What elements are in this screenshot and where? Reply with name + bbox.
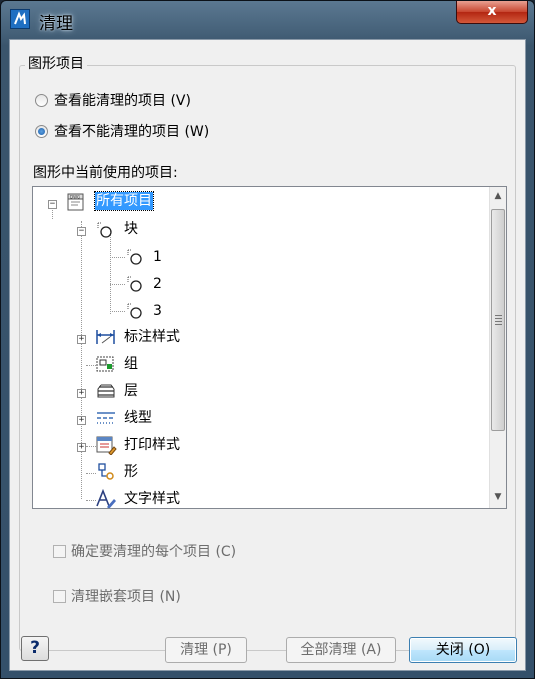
tree-item-block-3[interactable]: 3 [153, 302, 162, 320]
tree-item-linetype[interactable]: 线型 [124, 409, 152, 427]
expand-toggle[interactable]: + [77, 335, 86, 344]
block-icon [125, 247, 145, 267]
close-window-button[interactable]: x [456, 1, 528, 24]
grip-icon [495, 315, 502, 327]
tree-line [110, 257, 125, 258]
block-icon [125, 274, 145, 294]
close-button[interactable]: 关闭 (O) [409, 637, 517, 663]
tree-item-group[interactable]: 组 [124, 355, 138, 373]
tree-root-all-items[interactable]: 所有项目 [94, 191, 154, 211]
shape-icon [95, 462, 115, 482]
scrollbar-thumb[interactable] [491, 209, 505, 431]
tree-line [110, 311, 125, 312]
checkbox-label: 确定要清理的每个项目 (C) [71, 544, 237, 560]
drawing-file-icon: DWG [65, 192, 85, 212]
items-tree-view[interactable]: − DWG 所有项目 − 块 1 2 3 + 标注样式 组 + 层 + 线型 +… [32, 186, 507, 509]
expand-toggle[interactable]: + [77, 416, 86, 425]
block-icon [125, 301, 145, 321]
radio-button[interactable] [35, 93, 48, 107]
tree-line [110, 230, 111, 314]
linetype-icon [95, 408, 115, 428]
title-bar[interactable]: 清理 x [1, 1, 534, 39]
purge-dialog-window: 清理 x 图形项目 查看能清理的项目 (V) 查看不能清理的项目 (W) 图形中… [0, 0, 535, 679]
svg-text:DWG: DWG [70, 195, 80, 200]
dialog-client-area: 图形项目 查看能清理的项目 (V) 查看不能清理的项目 (W) 图形中当前使用的… [9, 39, 526, 671]
app-icon [10, 9, 30, 29]
expand-toggle[interactable]: + [77, 443, 86, 452]
collapse-toggle[interactable]: − [77, 227, 86, 236]
radio-label: 查看能清理的项目 (V) [54, 93, 191, 109]
checkbox-label: 清理嵌套项目 (N) [71, 589, 181, 605]
purge-all-button[interactable]: 全部清理 (A) [286, 637, 396, 663]
checkbox-purge-nested-items[interactable]: 清理嵌套项目 (N) [53, 586, 181, 606]
tree-item-text-style[interactable]: 文字样式 [124, 490, 180, 508]
tree-item-plot-style[interactable]: 打印样式 [124, 436, 180, 454]
group-icon [95, 354, 115, 374]
tree-item-layer[interactable]: 层 [124, 382, 138, 400]
radio-label: 查看不能清理的项目 (W) [54, 124, 210, 140]
window-title: 清理 [39, 14, 73, 34]
group-label: 图形项目 [25, 53, 87, 73]
dimension-style-icon [95, 327, 115, 347]
help-button[interactable]: ? [21, 636, 49, 661]
checkbox-confirm-each-item[interactable]: 确定要清理的每个项目 (C) [53, 541, 236, 561]
collapse-toggle[interactable]: − [48, 200, 57, 209]
radio-button-checked[interactable] [35, 124, 48, 138]
layer-icon [95, 381, 115, 401]
radio-view-nonpurgeable[interactable]: 查看不能清理的项目 (W) [35, 121, 209, 141]
checkbox[interactable] [53, 589, 66, 603]
tree-item-block[interactable]: 块 [124, 220, 138, 238]
radio-view-purgeable[interactable]: 查看能清理的项目 (V) [35, 90, 191, 110]
plot-style-icon [95, 435, 117, 456]
purge-button[interactable]: 清理 (P) [165, 637, 247, 663]
text-style-icon [95, 488, 116, 508]
block-icon [95, 220, 115, 240]
tree-vertical-scrollbar[interactable]: ▲ ▼ [489, 187, 506, 508]
tree-item-shape[interactable]: 形 [124, 463, 138, 481]
tree-line [81, 221, 82, 499]
scroll-up-arrow-icon[interactable]: ▲ [490, 188, 506, 205]
expand-toggle[interactable]: + [77, 389, 86, 398]
tree-line [110, 284, 125, 285]
tree-item-block-1[interactable]: 1 [153, 248, 162, 266]
scroll-down-arrow-icon[interactable]: ▼ [490, 489, 506, 506]
tree-item-dimension-style[interactable]: 标注样式 [124, 328, 180, 346]
tree-item-block-2[interactable]: 2 [153, 275, 162, 293]
tree-label: 图形中当前使用的项目: [33, 165, 178, 181]
checkbox[interactable] [53, 544, 66, 558]
